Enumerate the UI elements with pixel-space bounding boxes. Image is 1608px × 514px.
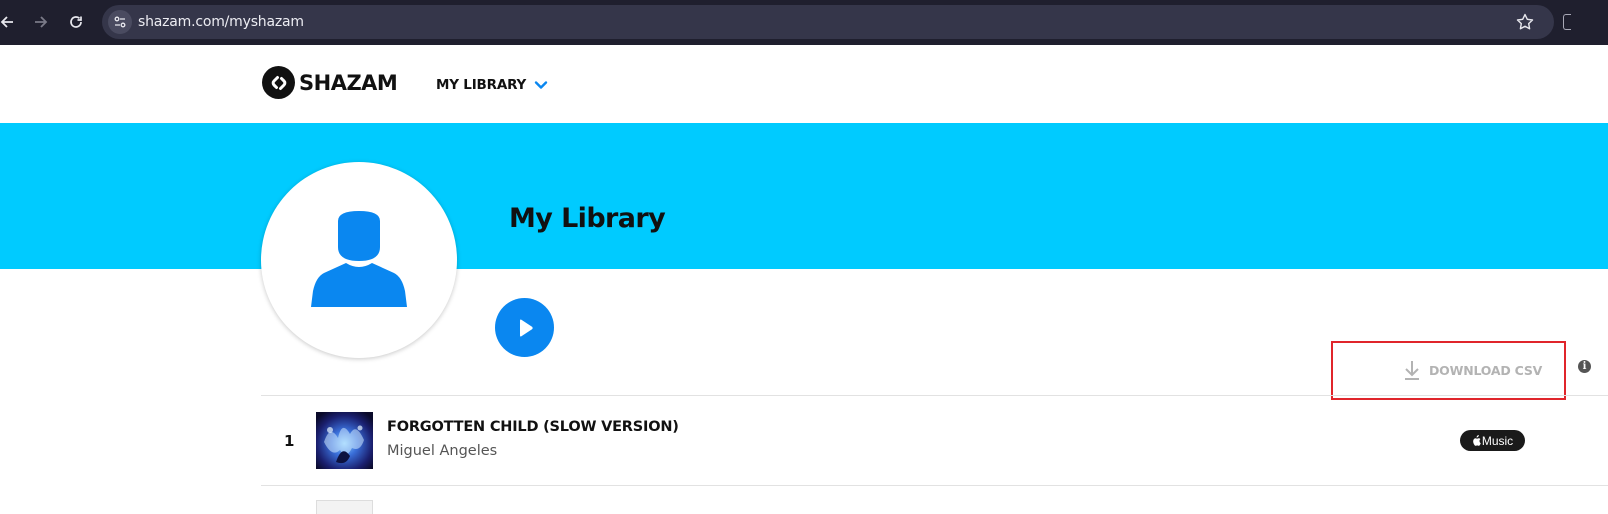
download-icon <box>1405 361 1419 380</box>
my-library-menu-label: MY LIBRARY <box>436 77 527 93</box>
back-arrow-icon[interactable] <box>0 11 18 33</box>
my-library-menu[interactable]: MY LIBRARY <box>436 77 548 93</box>
apple-logo-icon <box>1473 435 1481 446</box>
library-hero-banner <box>0 123 1608 269</box>
track-artist[interactable]: Miguel Angeles <box>387 443 497 459</box>
address-bar[interactable]: shazam.com/myshazam <box>102 5 1554 39</box>
chevron-down-icon <box>534 81 548 89</box>
side-panel-icon[interactable] <box>1563 14 1571 30</box>
star-icon[interactable] <box>1515 12 1535 32</box>
page-title: My Library <box>509 203 666 234</box>
site-header: SHAZAM MY LIBRARY <box>0 45 1608 123</box>
download-csv-label: DOWNLOAD CSV <box>1429 362 1543 378</box>
user-silhouette-icon <box>311 211 407 307</box>
reload-icon[interactable] <box>65 11 87 33</box>
shazam-logo[interactable]: SHAZAM <box>262 66 398 99</box>
browser-toolbar: shazam.com/myshazam <box>0 0 1608 45</box>
apple-music-button[interactable]: Music <box>1460 430 1525 451</box>
play-all-button[interactable] <box>495 298 554 357</box>
apple-music-label: Music <box>1481 433 1514 448</box>
url-text[interactable]: shazam.com/myshazam <box>138 14 304 30</box>
list-divider <box>261 485 1608 486</box>
avatar <box>261 162 457 358</box>
forward-arrow-icon[interactable] <box>30 11 52 33</box>
download-csv-button[interactable]: DOWNLOAD CSV <box>1402 359 1542 381</box>
logo-wordmark: SHAZAM <box>299 70 398 95</box>
next-album-cover-image[interactable] <box>316 500 373 514</box>
info-icon[interactable]: i <box>1578 360 1591 373</box>
site-info-icon[interactable] <box>108 10 132 34</box>
track-title[interactable]: FORGOTTEN CHILD (SLOW VERSION) <box>387 419 679 435</box>
table-row[interactable]: 1 FORGOTTEN CHILD (SLOW VERSION) Miguel … <box>261 396 1608 485</box>
shazam-logo-icon <box>262 66 295 99</box>
album-cover-image[interactable] <box>316 412 373 469</box>
play-icon <box>519 319 533 336</box>
track-index: 1 <box>284 432 295 450</box>
